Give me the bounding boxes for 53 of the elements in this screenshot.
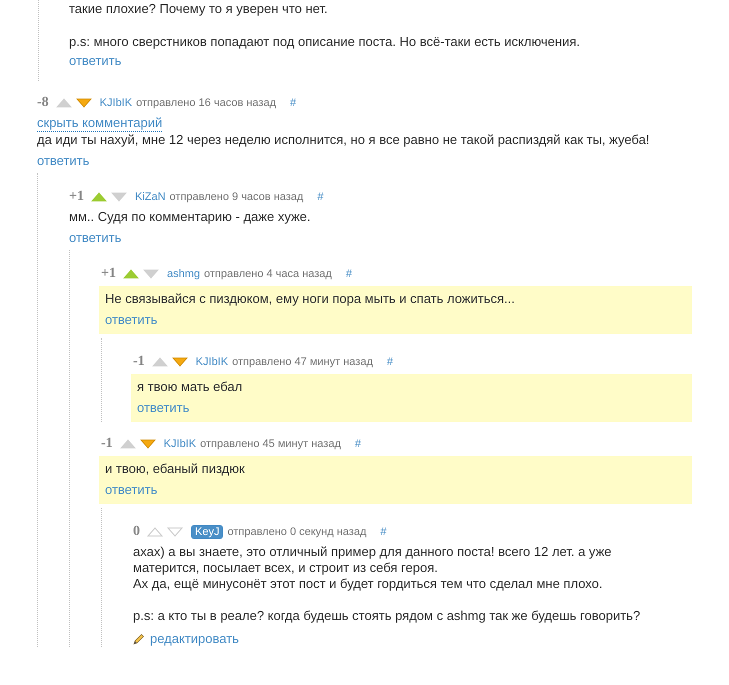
comment-author[interactable]: KJIbIK	[164, 438, 196, 450]
reply-link[interactable]: ответить	[37, 152, 90, 169]
downvote-arrow-icon[interactable]	[76, 98, 92, 108]
comment-text: ахах) а вы знаете, это отличный пример для данного поста! всего 12 лет. а уже матерится, посылает всех, и строит из себя героя. Ах да, ещё минусонёт этот пост и будет гордиться тем что сделал мне плохо. p.s: а кто ты в реале? когда будешь стоять рядом с ashmg так же будешь говорить?	[133, 544, 642, 625]
reply-link[interactable]: ответить	[105, 481, 158, 498]
comment-score: -8	[37, 95, 49, 111]
reply-link[interactable]: ответить	[69, 52, 122, 69]
downvote-arrow-icon[interactable]	[110, 192, 127, 202]
comment-author[interactable]: KJIbIK	[196, 356, 228, 368]
comment-score: -1	[133, 354, 145, 370]
permalink[interactable]: #	[380, 526, 387, 538]
upvote-arrow-icon[interactable]	[122, 269, 139, 279]
permalink[interactable]: #	[386, 356, 394, 368]
comment-author[interactable]: KiZaN	[134, 191, 166, 203]
comment-author[interactable]: KeyJ	[191, 525, 224, 539]
upvote-arrow-icon[interactable]	[120, 439, 136, 449]
comment-time: отправлено 47 минут назад	[232, 356, 373, 368]
permalink[interactable]: #	[346, 268, 352, 280]
comment-text: мм.. Судя по комментарию - даже хуже.	[69, 209, 312, 226]
downvote-arrow-icon[interactable]	[142, 269, 159, 279]
upvote-arrow-icon[interactable]	[152, 357, 168, 367]
hide-comment-link[interactable]: скрыть комментарий	[37, 115, 162, 132]
reply-link[interactable]: ответить	[69, 229, 122, 246]
comment-author[interactable]: ashmg	[166, 268, 200, 280]
permalink[interactable]: #	[290, 97, 296, 109]
comment-text: p.s: много сверстников попадают под описание поста. Но всё-таки есть исключения.	[69, 33, 582, 50]
comment-text: Не связывайся с пиздюком, ему ноги пора мыть и спать ложиться...	[105, 291, 516, 308]
upvote-arrow-icon[interactable]	[147, 527, 163, 537]
comment-score: +1	[101, 266, 116, 282]
comment-time: отправлено 0 секунд назад	[227, 526, 366, 538]
comment-score: +1	[69, 189, 84, 205]
permalink[interactable]: #	[354, 438, 362, 450]
pencil-icon	[133, 632, 145, 644]
comment-time: отправлено 16 часов назад	[136, 97, 276, 109]
comment-text: и твою, ебаный пиздюк	[105, 461, 246, 478]
reply-link[interactable]: ответить	[105, 311, 158, 328]
downvote-arrow-icon[interactable]	[167, 527, 183, 537]
upvote-arrow-icon[interactable]	[90, 192, 107, 202]
downvote-arrow-icon[interactable]	[140, 439, 156, 449]
permalink[interactable]: #	[317, 191, 324, 203]
comment-text: да иди ты нахуй, мне 12 через неделю исполнится, но я все равно не такой распиздяй как ты, жуеба!	[37, 132, 650, 149]
comment-text: такие плохие? Почему то я уверен что нет.	[69, 0, 329, 17]
comment-time: отправлено 4 часа назад	[204, 268, 332, 280]
reply-link[interactable]: ответить	[137, 399, 190, 416]
upvote-arrow-icon[interactable]	[56, 98, 72, 108]
comment-text: я твою мать ебал	[137, 379, 244, 396]
comment-score: 0	[133, 524, 140, 540]
comment-score: -1	[101, 436, 113, 452]
comment-author[interactable]: KJIbIK	[100, 97, 132, 109]
edit-link[interactable]: редактировать	[133, 630, 239, 647]
downvote-arrow-icon[interactable]	[172, 357, 188, 367]
comment-time: отправлено 45 минут назад	[200, 438, 341, 450]
comment-time: отправлено 9 часов назад	[170, 191, 304, 203]
